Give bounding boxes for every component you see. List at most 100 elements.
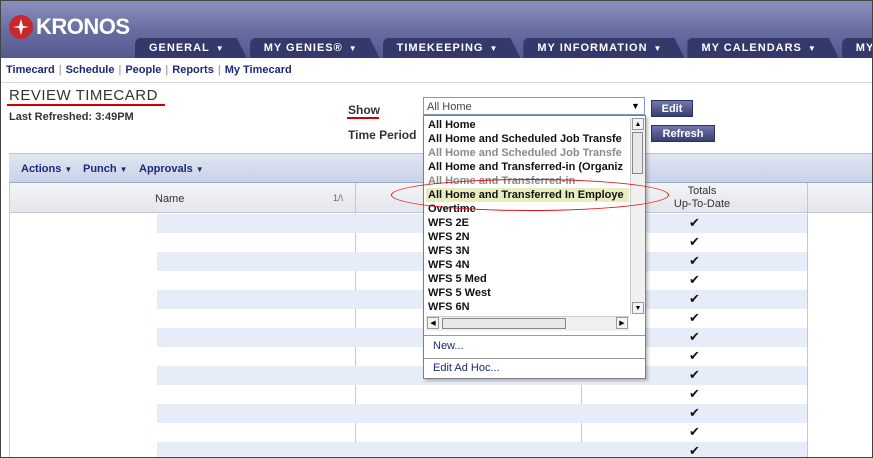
tab-my-information[interactable]: MY INFORMATION ▼: [523, 38, 684, 58]
check-icon: ✔: [689, 348, 700, 363]
sort-indicator-icon[interactable]: 1/\: [333, 193, 343, 203]
new-option[interactable]: New...: [433, 340, 464, 352]
punch-menu[interactable]: Punch ▼: [83, 163, 128, 175]
divider: [424, 358, 645, 359]
tab-label: MY LINKS: [855, 42, 873, 54]
subnav-my-timecard[interactable]: My Timecard: [225, 64, 292, 76]
vertical-scroll-thumb[interactable]: [632, 132, 643, 174]
separator: |: [217, 64, 221, 76]
dropdown-option[interactable]: All Home: [426, 118, 629, 132]
check-icon: ✔: [689, 234, 700, 249]
name-column-header[interactable]: Name: [155, 193, 184, 205]
tab-timekeeping[interactable]: TIMEKEEPING ▼: [383, 38, 521, 58]
tab-my-genies[interactable]: MY GENIES® ▼: [250, 38, 380, 58]
chevron-down-icon: ▼: [653, 44, 663, 53]
separator: |: [58, 64, 62, 76]
logo-text: KRONOS: [36, 14, 130, 39]
check-icon: ✔: [689, 386, 700, 401]
actions-menu[interactable]: Actions ▼: [21, 163, 72, 175]
subnav-people[interactable]: People: [125, 64, 161, 76]
dropdown-option[interactable]: WFS 5 Med: [426, 272, 629, 286]
subnav-timecard[interactable]: Timecard: [6, 64, 55, 76]
app-header: KRONOS GENERAL ▼ MY GENIES® ▼ TIMEKEEPING ▼…: [1, 1, 872, 58]
scroll-right-icon[interactable]: ▶: [616, 317, 628, 329]
refresh-button[interactable]: Refresh: [651, 125, 715, 142]
dropdown-option[interactable]: WFS 3N: [426, 244, 629, 258]
dropdown-option[interactable]: WFS 2N: [426, 230, 629, 244]
punch-label: Punch: [83, 163, 117, 175]
chevron-down-icon: ▼: [807, 44, 817, 53]
horizontal-scrollbar[interactable]: ◀ ▶: [426, 316, 629, 331]
show-annotation-underline: [347, 117, 379, 119]
tab-label: GENERAL: [149, 42, 210, 54]
check-icon: ✔: [689, 405, 700, 420]
kronos-logo: KRONOS: [9, 13, 130, 41]
scroll-down-icon[interactable]: ▼: [632, 302, 644, 314]
title-annotation-underline: [7, 104, 165, 106]
check-icon: ✔: [689, 215, 700, 230]
chevron-down-icon: ▼: [64, 165, 73, 174]
check-icon: ✔: [689, 329, 700, 344]
chevron-down-icon: ▼: [348, 44, 358, 53]
table-row[interactable]: [157, 442, 807, 457]
separator: |: [165, 64, 169, 76]
show-select-value: All Home: [427, 101, 472, 113]
subnav-reports[interactable]: Reports: [172, 64, 214, 76]
sub-nav: Timecard | Schedule | People | Reports | My Time…: [1, 58, 872, 83]
time-period-label: Time Period: [348, 128, 417, 142]
tab-my-links[interactable]: MY LINKS▼: [842, 38, 873, 58]
check-icon: ✔: [689, 272, 700, 287]
horizontal-scroll-thumb[interactable]: [442, 318, 566, 329]
dropdown-option-selected[interactable]: All Home and Transferred In Employe: [426, 188, 629, 202]
dropdown-option[interactable]: Overtime: [426, 202, 629, 216]
dropdown-option[interactable]: WFS 5 West: [426, 286, 629, 300]
kronos-logo-icon: [9, 15, 33, 39]
approvals-label: Approvals: [139, 163, 193, 175]
subnav-schedule[interactable]: Schedule: [66, 64, 115, 76]
check-icon: ✔: [689, 291, 700, 306]
chevron-down-icon: ▼: [119, 165, 128, 174]
separator: |: [118, 64, 122, 76]
dropdown-option[interactable]: WFS 4N: [426, 258, 629, 272]
show-label: Show: [348, 103, 380, 117]
show-dropdown-list: All Home All Home and Scheduled Job Tran…: [423, 115, 646, 379]
check-icon: ✔: [689, 310, 700, 325]
scroll-left-icon[interactable]: ◀: [427, 317, 439, 329]
tab-my-calendars[interactable]: MY CALENDARS ▼: [687, 38, 838, 58]
edit-button[interactable]: Edit: [651, 100, 693, 117]
actions-label: Actions: [21, 163, 62, 175]
tab-label: MY CALENDARS: [701, 42, 802, 54]
divider: [424, 335, 645, 336]
tab-label: TIMEKEEPING: [396, 42, 484, 54]
column-divider: [9, 183, 10, 457]
tab-general[interactable]: GENERAL ▼: [135, 38, 247, 58]
kronos-window: KRONOS GENERAL ▼ MY GENIES® ▼ TIMEKEEPING ▼…: [0, 0, 873, 458]
dropdown-option[interactable]: WFS 6N: [426, 300, 629, 314]
dropdown-options: All Home All Home and Scheduled Job Tran…: [426, 118, 629, 314]
dropdown-option[interactable]: All Home and Scheduled Job Transfe: [426, 146, 629, 160]
last-refreshed: Last Refreshed: 3:49PM: [9, 111, 134, 123]
chevron-down-icon: ▼: [489, 44, 499, 53]
vertical-scrollbar[interactable]: ▲ ▼: [630, 118, 645, 314]
check-icon: ✔: [689, 424, 700, 439]
page-title: REVIEW TIMECARD: [9, 87, 158, 104]
check-icon: ✔: [689, 253, 700, 268]
dropdown-option[interactable]: WFS 2E: [426, 216, 629, 230]
edit-adhoc-option[interactable]: Edit Ad Hoc...: [433, 362, 500, 374]
show-select[interactable]: All Home ▼: [423, 97, 645, 115]
check-icon: ✔: [689, 367, 700, 382]
chevron-down-icon: ▼: [215, 44, 225, 53]
check-icon: ✔: [689, 443, 700, 458]
dropdown-arrow-icon[interactable]: ▼: [627, 98, 644, 114]
chevron-down-icon: ▼: [195, 165, 204, 174]
scroll-up-icon[interactable]: ▲: [632, 118, 644, 130]
tab-label: MY INFORMATION: [537, 42, 648, 54]
main-nav: GENERAL ▼ MY GENIES® ▼ TIMEKEEPING ▼ MY INF…: [135, 35, 873, 58]
dropdown-option[interactable]: All Home and Transferred-in (Organiz: [426, 160, 629, 174]
dropdown-option[interactable]: All Home and Transferred-in: [426, 174, 629, 188]
column-divider: [807, 183, 808, 457]
tab-label: MY GENIES®: [263, 42, 343, 54]
table-row[interactable]: [157, 404, 807, 423]
approvals-menu[interactable]: Approvals ▼: [139, 163, 204, 175]
dropdown-option[interactable]: All Home and Scheduled Job Transfe: [426, 132, 629, 146]
